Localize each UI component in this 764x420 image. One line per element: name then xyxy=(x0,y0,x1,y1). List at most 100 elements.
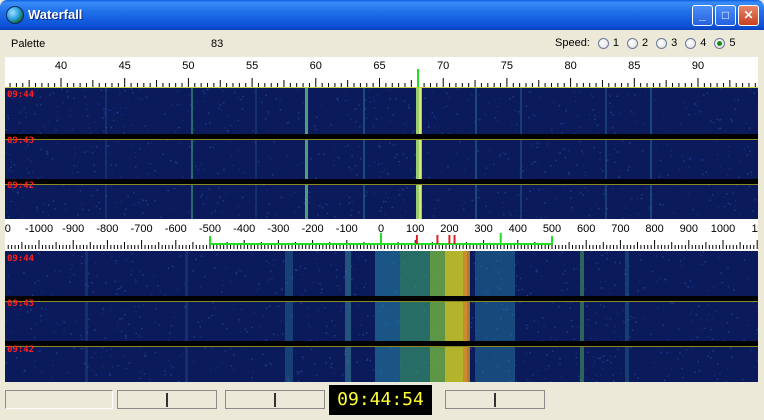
noise-speck xyxy=(485,114,487,116)
noise-speck xyxy=(509,97,511,100)
noise-speck xyxy=(727,202,730,204)
noise-speck xyxy=(637,377,640,379)
title-bar[interactable]: Waterfall _ □ ✕ xyxy=(0,0,764,30)
speed-option-5[interactable]: 5 xyxy=(714,37,736,49)
noise-speck xyxy=(130,273,133,276)
slider-3[interactable] xyxy=(445,390,545,409)
noise-speck xyxy=(682,101,685,104)
noise-speck xyxy=(567,150,570,153)
noise-speck xyxy=(244,328,247,331)
noise-speck xyxy=(203,92,206,95)
noise-speck xyxy=(164,373,166,376)
noise-speck xyxy=(107,109,110,112)
noise-speck xyxy=(707,304,709,306)
noise-speck xyxy=(659,277,662,279)
radio-icon[interactable] xyxy=(656,37,668,49)
noise-speck xyxy=(559,254,561,256)
bottom-offset-ruler[interactable]: 00 -1000 -900 -800 -700 -600 -500 -400 -300 -200-… xyxy=(5,219,758,251)
bottom-waterfall[interactable]: 09:44 09:43 09:42 xyxy=(5,251,758,382)
noise-speck xyxy=(208,188,211,190)
bottom-ruler-label: 800 xyxy=(645,223,663,235)
noise-speck xyxy=(157,285,159,287)
noise-speck xyxy=(32,171,34,174)
speed-option-4[interactable]: 4 xyxy=(685,37,706,49)
noise-speck xyxy=(463,208,465,211)
noise-speck xyxy=(470,93,473,96)
noise-speck xyxy=(516,275,518,277)
noise-speck xyxy=(362,334,364,336)
noise-speck xyxy=(301,358,304,361)
slider-1[interactable] xyxy=(117,390,217,409)
noise-speck xyxy=(519,277,522,280)
noise-speck xyxy=(150,293,153,296)
bottom-ruler-label: -400 xyxy=(233,223,255,235)
noise-speck xyxy=(456,113,458,115)
noise-speck xyxy=(297,88,299,91)
noise-speck xyxy=(708,336,710,338)
noise-speck xyxy=(74,274,77,276)
noise-speck xyxy=(95,128,97,131)
noise-speck xyxy=(577,326,579,329)
speed-option-3[interactable]: 3 xyxy=(656,37,677,49)
noise-speck xyxy=(359,158,362,160)
slider-2[interactable] xyxy=(225,390,325,409)
noise-speck xyxy=(351,201,354,203)
noise-speck xyxy=(115,164,117,166)
noise-speck xyxy=(497,191,499,194)
noise-speck xyxy=(522,170,524,172)
noise-speck xyxy=(502,201,504,204)
noise-speck xyxy=(493,163,496,166)
noise-speck xyxy=(203,275,206,278)
noise-speck xyxy=(79,190,82,192)
speed-option-2[interactable]: 2 xyxy=(627,37,648,49)
noise-speck xyxy=(172,265,174,268)
noise-speck xyxy=(268,361,270,364)
slider-thumb[interactable] xyxy=(494,393,496,407)
noise-speck xyxy=(239,330,241,333)
bottom-ruler-label: 700 xyxy=(611,223,629,235)
noise-speck xyxy=(376,94,379,97)
noise-speck xyxy=(564,122,566,125)
noise-speck xyxy=(23,272,25,274)
noise-speck xyxy=(726,174,729,177)
noise-speck xyxy=(279,99,281,101)
noise-speck xyxy=(96,275,98,277)
noise-speck xyxy=(240,308,243,311)
maximize-button[interactable]: □ xyxy=(715,5,736,26)
noise-speck xyxy=(512,95,514,98)
noise-speck xyxy=(72,273,75,275)
noise-speck xyxy=(55,129,57,131)
noise-speck xyxy=(240,270,243,273)
noise-speck xyxy=(571,206,573,209)
radio-icon[interactable] xyxy=(685,37,697,49)
noise-speck xyxy=(115,260,117,262)
noise-speck xyxy=(139,270,141,273)
radio-icon[interactable] xyxy=(627,37,638,49)
noise-speck xyxy=(696,105,698,108)
minimize-button[interactable]: _ xyxy=(692,5,713,26)
noise-speck xyxy=(120,286,122,288)
top-frequency-ruler[interactable]: 40 45 50 55 60 65 70 75 80 85 90 xyxy=(5,57,758,88)
palette-value[interactable]: 83 xyxy=(211,38,223,50)
noise-speck xyxy=(87,209,90,211)
noise-speck xyxy=(70,333,72,335)
noise-speck xyxy=(131,124,133,126)
noise-speck xyxy=(750,174,753,176)
noise-speck xyxy=(355,120,357,123)
radio-icon[interactable] xyxy=(597,37,609,49)
noise-speck xyxy=(55,322,58,324)
noise-speck xyxy=(509,213,512,216)
noise-speck xyxy=(214,210,216,213)
radio-icon[interactable] xyxy=(714,37,726,49)
speed-option-1[interactable]: 1 xyxy=(597,37,619,49)
top-waterfall[interactable]: 09:44 09:43 09:42 xyxy=(5,88,758,219)
close-button[interactable]: ✕ xyxy=(738,5,759,26)
noise-speck xyxy=(99,208,101,210)
slider-thumb[interactable] xyxy=(274,393,276,407)
noise-speck xyxy=(106,349,108,352)
noise-speck xyxy=(403,122,406,125)
noise-speck xyxy=(271,157,273,160)
noise-speck xyxy=(269,305,271,307)
noise-speck xyxy=(467,99,470,101)
slider-thumb[interactable] xyxy=(166,393,168,407)
